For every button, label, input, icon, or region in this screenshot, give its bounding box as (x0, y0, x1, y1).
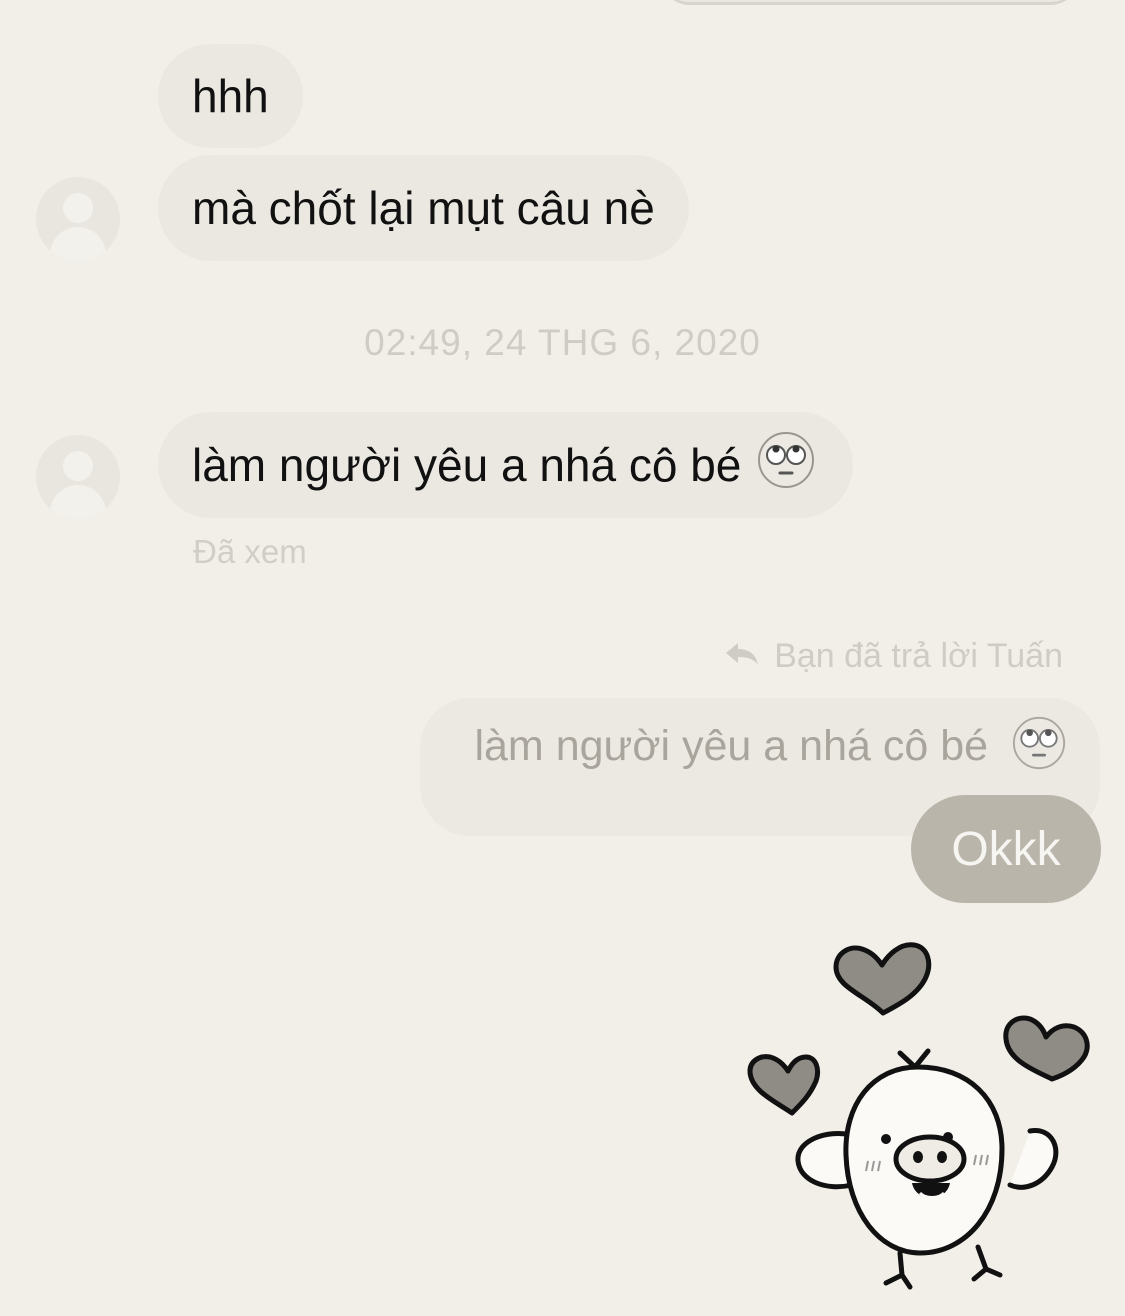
seen-status: Đã xem (193, 533, 307, 570)
conversation-timestamp: 02:49, 24 THG 6, 2020 (364, 322, 761, 363)
incoming-message-bubble[interactable]: làm người yêu a nhá cô bé (158, 412, 854, 518)
contact-avatar[interactable] (36, 435, 120, 519)
incoming-message-bubble[interactable]: mà chốt lại mụt câu nè (158, 155, 689, 261)
reply-arrow-icon (724, 637, 760, 676)
face-with-rolling-eyes-icon (757, 431, 815, 500)
incoming-message-bubble[interactable]: hhh (158, 44, 303, 148)
face-with-rolling-eyes-icon (1012, 716, 1066, 781)
message-text: làm người yêu a nhá cô bé (192, 439, 742, 491)
outgoing-message-bubble[interactable]: Okkk (911, 795, 1101, 903)
reply-note-text: Bạn đã trả lời Tuấn (774, 637, 1063, 675)
previous-message-bubble[interactable] (660, 0, 1080, 5)
avatar-shoulders-shape (50, 485, 106, 519)
message-text: hhh (192, 70, 269, 122)
heart-icon (1003, 1015, 1090, 1082)
contact-avatar[interactable] (36, 177, 120, 261)
avatar-head-shape (63, 193, 93, 223)
heart-icon (833, 942, 932, 1016)
message-text: mà chốt lại mụt câu nè (192, 182, 655, 234)
quoted-message-text: làm người yêu a nhá cô bé (474, 721, 989, 770)
heart-icon (747, 1054, 821, 1116)
chick-with-hearts-sticker[interactable] (740, 935, 1100, 1300)
avatar-shoulders-shape (50, 227, 106, 261)
avatar-head-shape (63, 451, 93, 481)
reply-indicator: Bạn đã trả lời Tuấn (724, 637, 1063, 676)
message-text: Okkk (951, 822, 1061, 876)
